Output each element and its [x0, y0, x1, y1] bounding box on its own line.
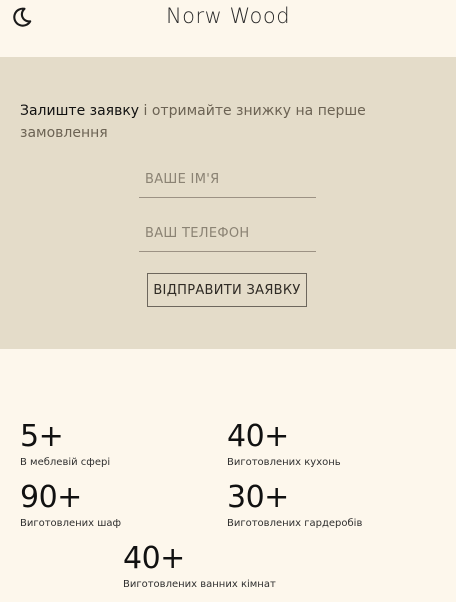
stat-label: В меблевій сфері — [20, 457, 111, 468]
stat-item: 40+ Виготовлених кухонь — [227, 420, 341, 470]
site-header: Norw Wood — [0, 0, 456, 57]
phone-input[interactable]: ВАШ ТЕЛЕФОН — [139, 221, 316, 252]
stat-label: Виготовлених кухонь — [227, 457, 341, 468]
stat-value: 90+ — [20, 480, 82, 515]
stats-section: 5+ В меблевій сфері 40+ Виготовлених кух… — [0, 349, 456, 602]
stat-item: 5+ В меблевій сфері — [20, 420, 110, 470]
stat-value: 5+ — [20, 419, 64, 454]
phone-placeholder: ВАШ ТЕЛЕФОН — [145, 226, 250, 241]
stat-label: Виготовлених гардеробів — [227, 518, 363, 529]
brand-logo-text[interactable]: Norw Wood — [0, 4, 456, 28]
stat-item: 90+ Виготовлених шаф — [20, 481, 121, 531]
form-heading-strong: Залиште заявку — [20, 103, 140, 119]
request-form-section: Залиште заявку і отримайте знижку на пер… — [0, 57, 456, 349]
stat-value: 30+ — [227, 480, 289, 515]
submit-request-button[interactable]: ВІДПРАВИТИ ЗАЯВКУ — [147, 273, 307, 307]
stat-label: Виготовлених шаф — [20, 518, 122, 529]
stat-item: 30+ Виготовлених гардеробів — [227, 481, 362, 531]
stat-item: 40+ Виготовлених ванних кімнат — [123, 542, 276, 592]
stat-label: Виготовлених ванних кімнат — [123, 579, 276, 590]
name-input[interactable]: ВАШЕ ІМ'Я — [139, 167, 316, 198]
form-heading: Залиште заявку і отримайте знижку на пер… — [20, 100, 440, 144]
stat-value: 40+ — [123, 541, 185, 576]
name-placeholder: ВАШЕ ІМ'Я — [145, 172, 220, 187]
stat-value: 40+ — [227, 419, 289, 454]
